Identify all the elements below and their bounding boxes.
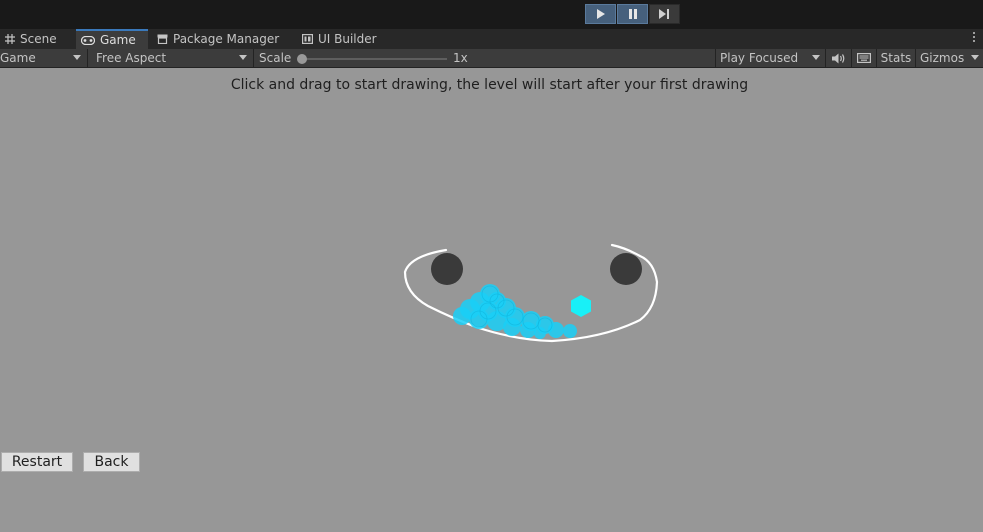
speaker-icon: [832, 53, 845, 63]
audio-mute-toggle[interactable]: [826, 49, 852, 67]
play-button[interactable]: [585, 4, 616, 24]
left-spawner-ball: [431, 253, 463, 285]
scale-slider-track[interactable]: [302, 58, 447, 60]
gizmos-dropdown[interactable]: Gizmos: [916, 49, 983, 67]
chevron-down-icon: [971, 55, 979, 60]
display-dropdown[interactable]: Game: [0, 49, 88, 67]
game-viewport[interactable]: [0, 68, 983, 532]
pause-icon: [628, 9, 637, 19]
editor-tab-strip: Scene Game Package Manager UI Builder: [0, 29, 983, 49]
goal-hexagon: [571, 295, 591, 317]
stats-button[interactable]: Stats: [877, 49, 916, 67]
package-icon: [157, 34, 168, 44]
grid-icon: [5, 34, 15, 44]
keyboard-icon: [857, 53, 871, 63]
right-spawner-ball: [610, 253, 642, 285]
unity-editor-window: Scene Game Package Manager UI Builder Ga…: [0, 0, 983, 532]
game-view-toolbar: Game Free Aspect Scale 1x Play Focused S…: [0, 49, 983, 68]
chevron-down-icon: [239, 55, 247, 60]
step-button[interactable]: [649, 4, 680, 24]
play-icon: [596, 9, 605, 19]
step-icon: [659, 9, 669, 19]
restart-button[interactable]: Restart: [1, 452, 73, 472]
water-particles: [453, 284, 577, 339]
tab-game[interactable]: Game: [76, 29, 148, 49]
tab-scene[interactable]: Scene: [5, 29, 57, 49]
play-mode-dropdown[interactable]: Play Focused: [715, 49, 826, 67]
tab-ui-builder[interactable]: UI Builder: [302, 29, 377, 49]
scale-slider-handle[interactable]: [297, 54, 307, 64]
aspect-dropdown-label: Free Aspect: [96, 51, 167, 65]
tab-label: UI Builder: [318, 32, 377, 46]
more-options-icon[interactable]: [972, 32, 976, 44]
chevron-down-icon: [73, 55, 81, 60]
tab-label: Scene: [20, 32, 57, 46]
gamepad-icon: [81, 35, 95, 45]
back-button[interactable]: Back: [83, 452, 140, 472]
scale-label: Scale: [259, 51, 292, 65]
playback-controls: [585, 4, 681, 24]
pause-button[interactable]: [617, 4, 648, 24]
tab-package-manager[interactable]: Package Manager: [157, 29, 279, 49]
main-toolbar: [0, 0, 983, 29]
ui-builder-icon: [302, 34, 313, 44]
chevron-down-icon: [812, 55, 820, 60]
play-mode-label: Play Focused: [720, 51, 799, 65]
tab-label: Package Manager: [173, 32, 280, 46]
tab-label: Game: [100, 33, 136, 47]
aspect-dropdown[interactable]: Free Aspect: [88, 49, 254, 67]
scale-value: 1x: [453, 51, 468, 65]
gizmos-label: Gizmos: [920, 51, 965, 65]
display-dropdown-label: Game: [0, 51, 36, 65]
keyboard-shortcuts-toggle[interactable]: [852, 49, 877, 67]
